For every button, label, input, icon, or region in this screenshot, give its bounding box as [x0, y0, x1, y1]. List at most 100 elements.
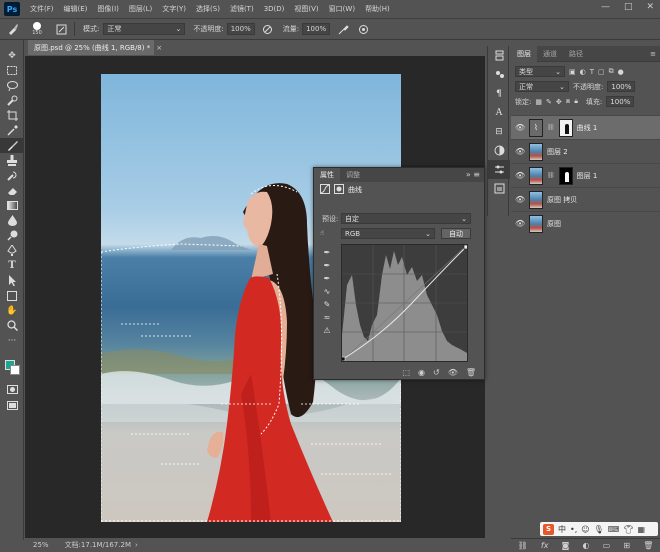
lock-pixels-icon[interactable]: ✎: [546, 98, 552, 106]
pressure-opacity-icon[interactable]: [261, 22, 275, 36]
menu-3d[interactable]: 3D(D): [264, 5, 285, 13]
menu-image[interactable]: 图像(I): [97, 4, 119, 14]
layer-row-layer2[interactable]: 👁︎ 图层 2: [511, 139, 660, 163]
filter-pixel-icon[interactable]: ▣: [569, 68, 576, 76]
pencil-draw-icon[interactable]: ✎: [318, 298, 336, 311]
clipping-warning-icon[interactable]: ⚠︎: [318, 324, 336, 337]
move-tool-icon[interactable]: ✥: [0, 48, 24, 63]
zoom-level[interactable]: 25%: [33, 541, 49, 549]
tab-properties[interactable]: 属性: [314, 168, 340, 182]
brush-settings-icon[interactable]: [54, 22, 68, 36]
brush-presets-icon[interactable]: [488, 65, 510, 84]
new-adjustment-icon[interactable]: ◐: [583, 541, 590, 550]
type-tool-icon[interactable]: T: [0, 258, 24, 273]
delete-adjustment-icon[interactable]: 🗑︎: [466, 368, 476, 377]
auto-button[interactable]: 自动: [441, 228, 471, 239]
menu-filter[interactable]: 滤镜(T): [230, 4, 254, 14]
skin-icon[interactable]: 👕︎: [623, 525, 633, 534]
stamp-tool-icon[interactable]: [0, 153, 24, 168]
new-group-icon[interactable]: ▭: [603, 541, 611, 550]
properties-panel-icon[interactable]: [488, 160, 510, 179]
blend-mode-select[interactable]: 正常 ⌄: [515, 81, 569, 92]
filter-type-icon[interactable]: T: [590, 68, 594, 76]
link-layers-icon[interactable]: ⛓︎: [518, 541, 528, 550]
layer-mask-thumbnail[interactable]: [558, 118, 573, 137]
minimize-icon[interactable]: —: [601, 2, 610, 12]
menu-help[interactable]: 帮助(H): [365, 4, 390, 14]
opacity-input[interactable]: 100%: [226, 23, 255, 35]
punctuation-icon[interactable]: •,: [570, 525, 577, 534]
layer-opacity-input[interactable]: 100%: [607, 81, 636, 92]
layer-style-icon[interactable]: fx: [541, 541, 549, 550]
info-arrow-icon[interactable]: ›: [135, 541, 138, 549]
pen-tool-icon[interactable]: [0, 243, 24, 258]
crop-tool-icon[interactable]: [0, 108, 24, 123]
eraser-tool-icon[interactable]: [0, 183, 24, 198]
ime-toolbar[interactable]: S 中 •, ☺ 🎙︎ ⌨︎ 👕︎ ▦: [540, 522, 658, 536]
layer-filter-select[interactable]: 类型 ⌄: [515, 66, 565, 77]
gray-point-eyedropper-icon[interactable]: ✒︎: [318, 259, 336, 272]
history-brush-tool-icon[interactable]: [0, 168, 24, 183]
layer-row-curves1[interactable]: 👁︎ ⌇ ⛓︎ 曲线 1: [511, 115, 660, 139]
filter-toggle-icon[interactable]: ●: [618, 68, 624, 76]
lasso-tool-icon[interactable]: [0, 78, 24, 93]
add-mask-icon[interactable]: ◙: [562, 541, 570, 550]
glyphs-panel-icon[interactable]: ⊟: [488, 122, 510, 141]
delete-layer-icon[interactable]: 🗑︎: [643, 541, 653, 550]
menu-type[interactable]: 文字(Y): [162, 4, 186, 14]
tab-paths[interactable]: 路径: [563, 46, 589, 62]
reset-icon[interactable]: ↺: [433, 368, 440, 377]
lock-all-icon[interactable]: 🔒︎: [574, 97, 578, 106]
hand-tool-icon[interactable]: ✋: [0, 303, 24, 318]
layer-row-original-copy[interactable]: 👁︎ 原图 拷贝: [511, 187, 660, 211]
quick-mask-icon[interactable]: [0, 382, 24, 397]
tab-adjustments[interactable]: 调整: [340, 168, 366, 182]
visibility-eye-icon[interactable]: 👁︎: [515, 147, 525, 156]
quick-select-tool-icon[interactable]: [0, 93, 24, 108]
smooth-curve-icon[interactable]: ≈: [318, 311, 336, 324]
visibility-eye-icon[interactable]: 👁︎: [515, 171, 525, 180]
menu-edit[interactable]: 编辑(E): [64, 4, 88, 14]
clip-to-layer-icon[interactable]: ⬚: [402, 368, 410, 377]
history-panel-icon[interactable]: [488, 46, 510, 65]
new-layer-icon[interactable]: ⊞: [623, 541, 630, 550]
keyboard-icon[interactable]: ⌨︎: [608, 525, 620, 534]
visibility-eye-icon[interactable]: 👁︎: [515, 123, 525, 132]
emoji-icon[interactable]: ☺: [581, 525, 589, 534]
menu-layer[interactable]: 图层(L): [129, 4, 152, 14]
voice-icon[interactable]: 🎙︎: [594, 525, 604, 534]
airbrush-icon[interactable]: [336, 22, 350, 36]
layer-row-layer1[interactable]: 👁︎ ⛓︎ 图层 1: [511, 163, 660, 187]
visibility-eye-icon[interactable]: 👁︎: [515, 195, 525, 204]
edit-points-icon[interactable]: ∿: [318, 285, 336, 298]
grid-icon[interactable]: ▦: [637, 525, 645, 534]
layer-row-original[interactable]: 👁︎ 原图: [511, 211, 660, 235]
brush-preset-picker[interactable]: 150: [26, 22, 48, 36]
menu-window[interactable]: 窗口(W): [329, 4, 355, 14]
path-select-tool-icon[interactable]: [0, 273, 24, 288]
filter-smart-icon[interactable]: ⧉: [609, 67, 614, 76]
menu-select[interactable]: 选择(S): [196, 4, 220, 14]
toggle-visibility-icon[interactable]: 👁︎: [448, 368, 458, 377]
maximize-icon[interactable]: □: [624, 2, 633, 12]
character-panel-icon[interactable]: A: [488, 103, 510, 122]
filter-shape-icon[interactable]: ▢: [598, 68, 605, 76]
targeted-adjust-icon[interactable]: ☝︎: [320, 229, 324, 237]
adjustments-panel-icon[interactable]: [488, 141, 510, 160]
gradient-tool-icon[interactable]: [0, 198, 24, 213]
close-tab-icon[interactable]: ×: [156, 44, 162, 52]
panel-menu-icon[interactable]: ≡: [650, 50, 656, 58]
tab-channels[interactable]: 通道: [537, 46, 563, 62]
pressure-size-icon[interactable]: [356, 22, 370, 36]
eyedropper-tool-icon[interactable]: [0, 123, 24, 138]
close-icon[interactable]: ✕: [646, 2, 654, 12]
more-tools-icon[interactable]: ···: [0, 333, 24, 348]
lock-position-icon[interactable]: ✥: [556, 98, 562, 106]
marquee-tool-icon[interactable]: [0, 63, 24, 78]
collapse-menu-icon[interactable]: » ≡: [466, 170, 480, 179]
screen-mode-icon[interactable]: [0, 398, 24, 413]
lock-artboard-icon[interactable]: ⧈: [566, 97, 570, 106]
preset-select[interactable]: 自定 ⌄: [341, 213, 471, 224]
brush-tool-active-icon[interactable]: [0, 138, 24, 153]
tab-layers[interactable]: 图层: [511, 45, 537, 62]
